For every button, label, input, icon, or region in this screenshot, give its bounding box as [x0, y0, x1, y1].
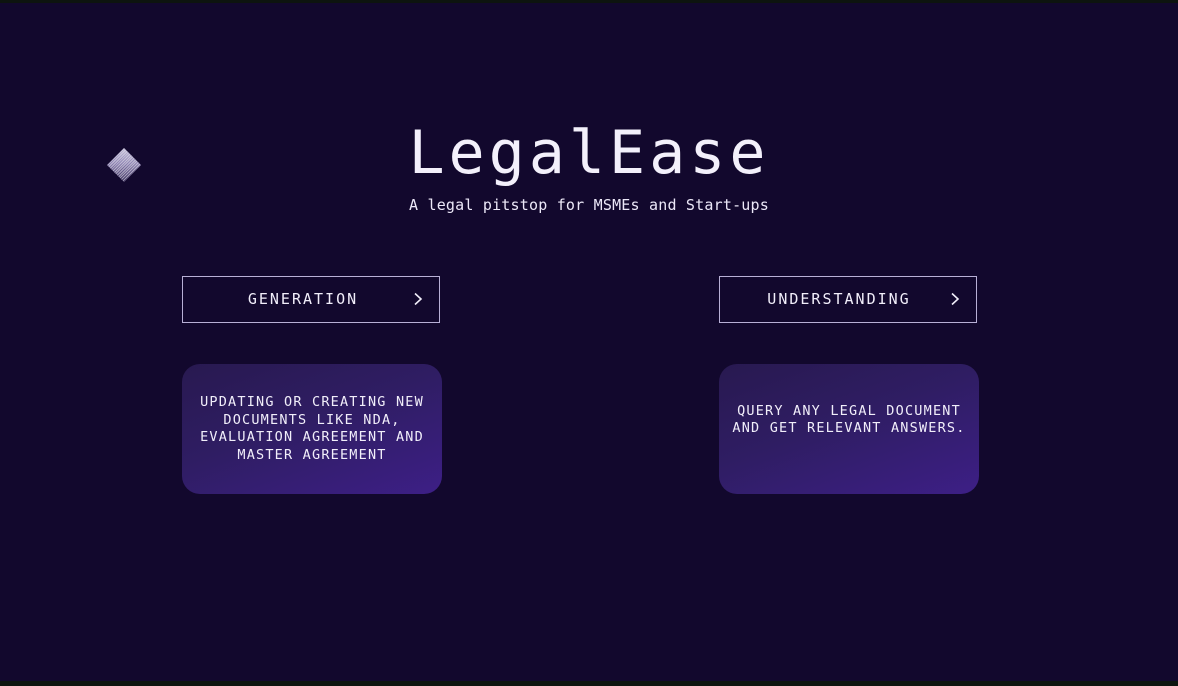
- generation-description: UPDATING OR CREATING NEW DOCUMENTS LIKE …: [200, 394, 424, 463]
- app-title: LegalEase: [408, 118, 770, 188]
- understanding-description-card: QUERY ANY LEGAL DOCUMENT AND GET RELEVAN…: [719, 364, 979, 494]
- tagline: A legal pitstop for MSMEs and Start-ups: [409, 196, 769, 214]
- generation-button[interactable]: GENERATION: [182, 276, 440, 323]
- generation-description-card: UPDATING OR CREATING NEW DOCUMENTS LIKE …: [182, 364, 442, 494]
- chevron-right-icon: [414, 292, 423, 306]
- chevron-right-icon: [951, 292, 960, 306]
- understanding-description: QUERY ANY LEGAL DOCUMENT AND GET RELEVAN…: [732, 402, 966, 437]
- understanding-button[interactable]: UNDERSTANDING: [719, 276, 977, 323]
- generation-button-label: GENERATION: [247, 290, 359, 308]
- landing-page: LegalEase A legal pitstop for MSMEs and …: [0, 3, 1178, 681]
- understanding-button-label: UNDERSTANDING: [767, 290, 911, 308]
